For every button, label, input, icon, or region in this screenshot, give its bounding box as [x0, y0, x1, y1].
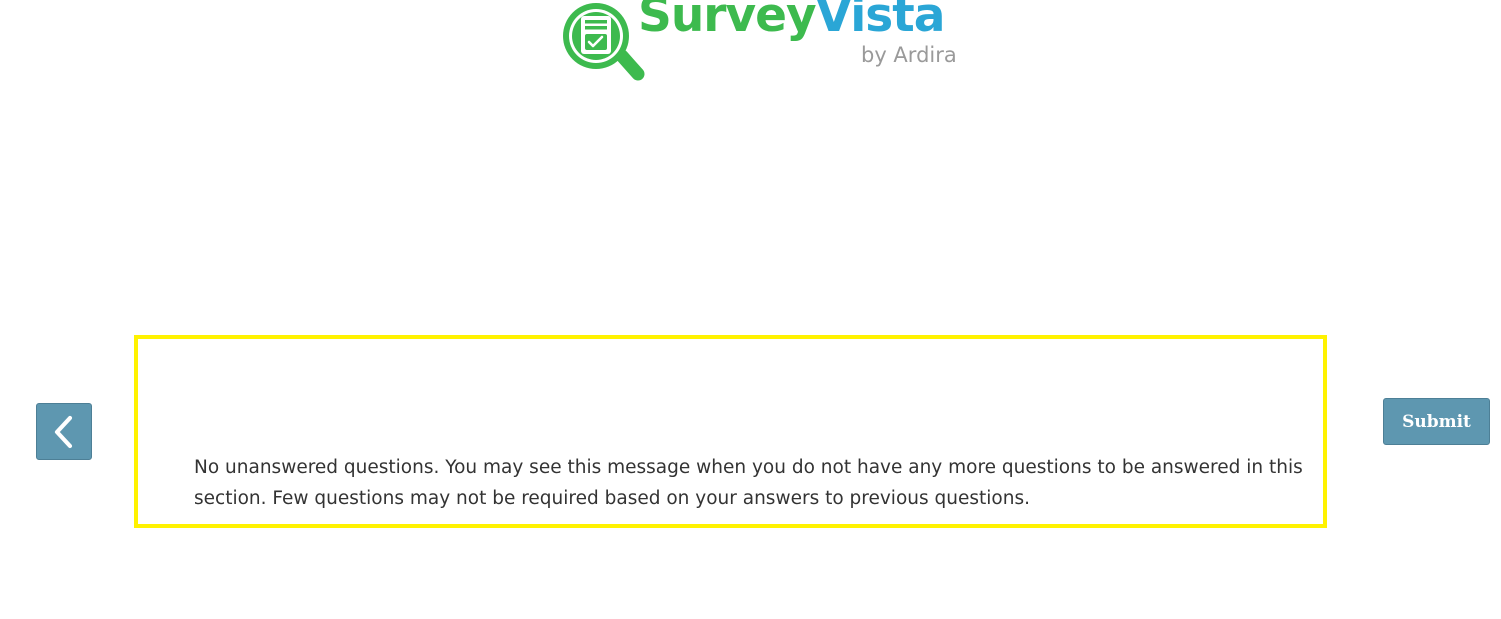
- no-unanswered-questions-panel: No unanswered questions. You may see thi…: [134, 335, 1327, 528]
- surveyvista-logo: SurveyVista by Ardira: [558, 0, 968, 88]
- brand-word-vista: Vista: [815, 0, 946, 43]
- brand-wordmark: SurveyVista: [638, 0, 945, 39]
- no-unanswered-questions-message: No unanswered questions. You may see thi…: [194, 457, 1303, 509]
- survey-page: SurveyVista by Ardira No unanswered ques…: [0, 0, 1501, 619]
- brand-word-survey: Survey: [638, 0, 817, 43]
- brand-byline: by Ardira: [861, 43, 957, 67]
- back-button[interactable]: [36, 403, 92, 460]
- submit-button[interactable]: Submit: [1383, 398, 1490, 445]
- chevron-left-icon: [54, 415, 73, 448]
